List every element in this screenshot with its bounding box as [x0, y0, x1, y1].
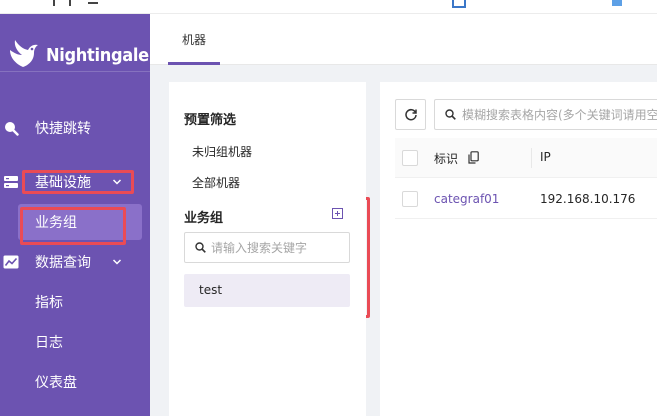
nav-data-query[interactable]: 数据查询 — [0, 244, 150, 280]
nav-dashboard[interactable]: 仪表盘 — [0, 364, 150, 400]
column-header-ident[interactable]: 标识 — [434, 150, 458, 167]
preset-item-all[interactable]: 全部机器 — [192, 174, 240, 191]
nav-business-group[interactable]: 业务组 — [0, 204, 150, 240]
machine-table-panel: 标识 IP categraf01 192.168.10.176 — [380, 82, 657, 416]
table-search-input[interactable] — [462, 100, 657, 129]
refresh-icon — [405, 108, 417, 121]
nightingale-bird-icon — [10, 40, 38, 67]
tab-label: 机器 — [181, 33, 206, 47]
toolbar-glyph — [452, 0, 466, 8]
nav-label: 指标 — [35, 295, 63, 311]
tab-machines[interactable]: 机器 — [168, 14, 220, 65]
filter-panel: 预置筛选 未归组机器 全部机器 业务组 test — [169, 82, 366, 416]
business-group-title: 业务组 — [184, 211, 224, 226]
group-search-input[interactable] — [211, 233, 347, 262]
refresh-button[interactable] — [395, 99, 426, 130]
toolbar-glyph — [88, 0, 98, 4]
nav-label: 快捷跳转 — [35, 121, 91, 137]
toolbar-glyph — [53, 0, 71, 6]
column-divider — [531, 148, 532, 168]
row-ip: 192.168.10.176 — [540, 192, 636, 206]
preset-item-ungrouped[interactable]: 未归组机器 — [192, 143, 252, 160]
nav-label: 业务组 — [35, 215, 77, 231]
nav-metrics[interactable]: 指标 — [0, 284, 150, 320]
nav-logs[interactable]: 日志 — [0, 324, 150, 360]
chevron-down-icon — [112, 179, 122, 185]
table-search — [434, 99, 657, 130]
row-checkbox[interactable] — [402, 191, 418, 207]
server-icon — [4, 176, 18, 188]
group-item-test[interactable]: test — [184, 274, 350, 307]
table-row[interactable]: categraf01 192.168.10.176 — [395, 179, 657, 219]
add-group-icon[interactable] — [332, 208, 343, 219]
brand-logo[interactable]: Nightingale — [0, 14, 150, 72]
search-icon — [5, 122, 19, 136]
nav-label: 仪表盘 — [35, 375, 77, 391]
nav-quick-jump[interactable]: 快捷跳转 — [0, 110, 150, 146]
sidebar: Nightingale 快捷跳转 基础设施 业务组 数据查询 指标 日志 仪表盘 — [0, 14, 150, 416]
preset-filter-title: 预置筛选 — [184, 113, 237, 128]
copy-icon[interactable] — [468, 151, 479, 164]
active-tab-indicator — [168, 62, 220, 65]
group-search — [184, 232, 350, 263]
search-icon — [445, 109, 456, 120]
group-item-label: test — [199, 283, 223, 297]
nav-label: 数据查询 — [35, 255, 91, 271]
toolbar-glyph — [612, 0, 622, 6]
table-header: 标识 IP — [395, 138, 657, 178]
browser-top-strip — [0, 0, 657, 14]
nav-label: 基础设施 — [35, 175, 91, 191]
select-all-checkbox[interactable] — [402, 150, 418, 166]
nav-infrastructure[interactable]: 基础设施 — [0, 164, 150, 200]
chart-line-icon — [3, 255, 19, 269]
chevron-down-icon — [112, 259, 122, 265]
page-header: 机器 — [150, 14, 657, 65]
brand-name: Nightingale — [46, 45, 149, 66]
row-ident-link[interactable]: categraf01 — [434, 192, 499, 206]
nav-label: 日志 — [35, 335, 63, 351]
search-icon — [195, 242, 206, 253]
column-header-ip[interactable]: IP — [540, 150, 551, 164]
